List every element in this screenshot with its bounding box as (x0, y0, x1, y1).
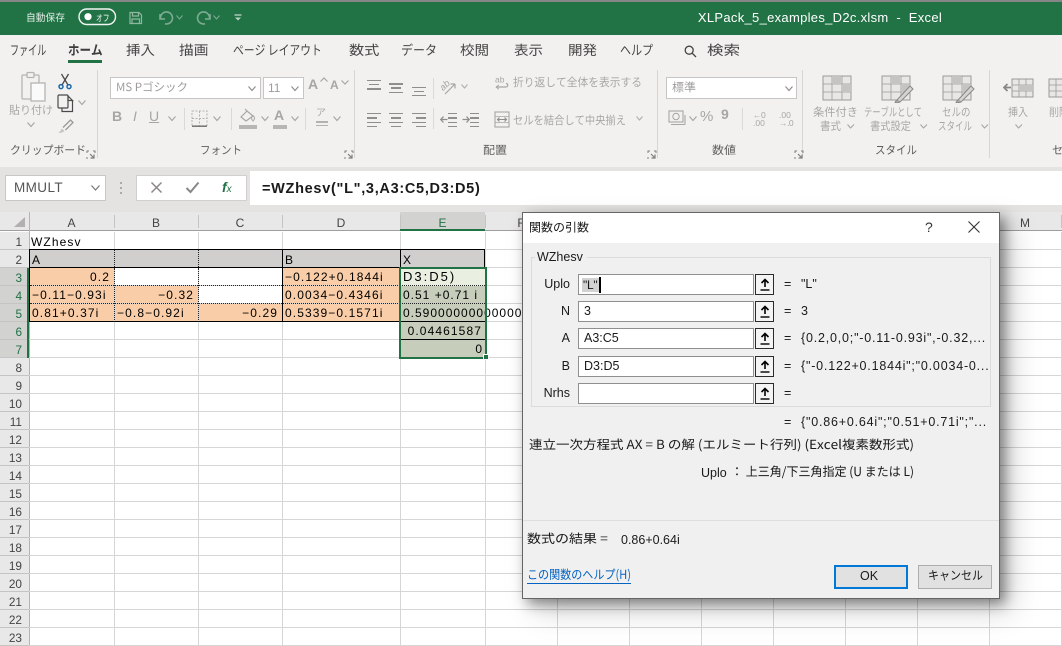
svg-text:ab: ab (495, 75, 505, 85)
svg-text:ab: ab (441, 78, 453, 93)
